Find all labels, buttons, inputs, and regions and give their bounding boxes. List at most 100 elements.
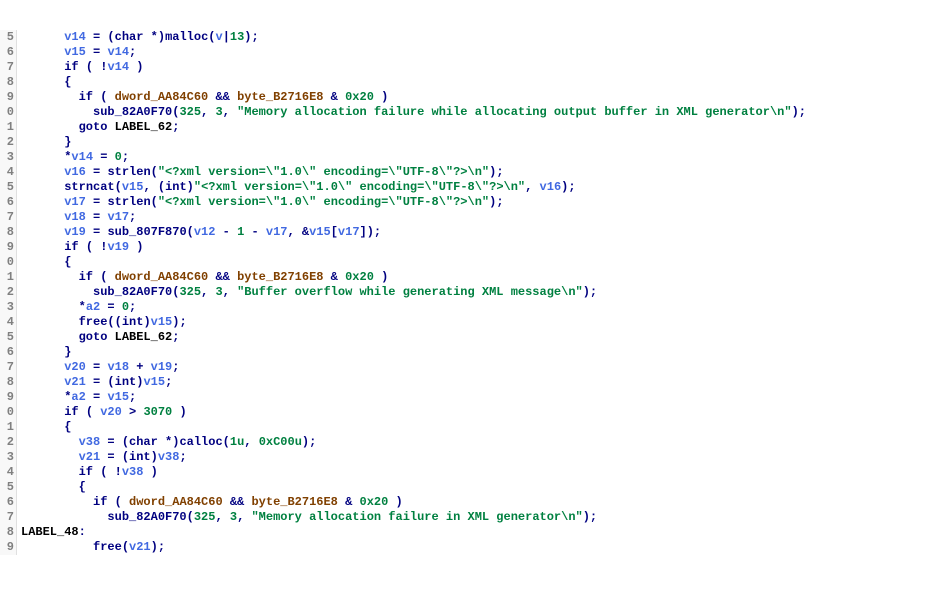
line-number: 3 — [0, 450, 17, 465]
token-var: v20 — [64, 360, 86, 374]
token-var: v18 — [64, 210, 86, 224]
token-var: v12 — [194, 225, 216, 239]
token-func: strlen — [107, 165, 150, 179]
token-op: : — [79, 525, 86, 539]
token-var: v15 — [107, 390, 129, 404]
token-op: { — [64, 255, 71, 269]
token-num: 0xC00u — [259, 435, 302, 449]
token-num: 1u — [230, 435, 244, 449]
token-var: v15 — [143, 375, 165, 389]
token-op: && — [223, 495, 252, 509]
line-number: 1 — [0, 270, 17, 285]
token-var: v17 — [64, 195, 86, 209]
token-op: ) — [374, 270, 388, 284]
token-op: = ( — [86, 30, 115, 44]
line-number: 2 — [0, 135, 17, 150]
token-op: & — [338, 495, 360, 509]
token-func: sub_82A0F70 — [93, 285, 172, 299]
token-num: 3070 — [143, 405, 172, 419]
line-number: 8 — [0, 75, 17, 90]
token-num: 325 — [179, 285, 201, 299]
token-num: 3 — [215, 105, 222, 119]
token-op: ); — [151, 540, 165, 554]
token-op: ) — [187, 180, 194, 194]
token-label: LABEL_62 — [115, 330, 173, 344]
token-op: ; — [172, 360, 179, 374]
token-op: , — [525, 180, 539, 194]
token-var: v20 — [100, 405, 122, 419]
token-op: ) — [388, 495, 402, 509]
line-number: 2 — [0, 435, 17, 450]
token-op: , — [237, 510, 251, 524]
token-num: 325 — [194, 510, 216, 524]
token-op: && — [208, 270, 237, 284]
token-op: , — [244, 435, 258, 449]
line-number: 1 — [0, 420, 17, 435]
token-op: = ( — [100, 450, 129, 464]
token-op: = — [86, 360, 108, 374]
token-num: 0x20 — [345, 270, 374, 284]
token-var: v21 — [79, 450, 101, 464]
token-op: , — [201, 105, 215, 119]
token-op: ) — [129, 60, 143, 74]
token-var: v16 — [540, 180, 562, 194]
token-op: ; — [172, 330, 179, 344]
token-var: v38 — [79, 435, 101, 449]
token-op: ; — [122, 150, 129, 164]
token-op: ; — [172, 120, 179, 134]
token-var: v15 — [122, 180, 144, 194]
line-number: 5 — [0, 180, 17, 195]
token-op: , — [201, 285, 215, 299]
token-op: { — [64, 75, 71, 89]
token-op: (( — [107, 315, 121, 329]
token-op: ; — [129, 390, 136, 404]
token-op: ) — [129, 240, 143, 254]
token-op: ) — [374, 90, 388, 104]
token-op: *) — [143, 30, 165, 44]
token-op: } — [64, 345, 71, 359]
token-str: "Memory allocation failure in XML genera… — [251, 510, 582, 524]
token-op: , — [215, 510, 229, 524]
token-op: ( ! — [79, 240, 108, 254]
token-var: v19 — [64, 225, 86, 239]
line-number: 8 — [0, 525, 17, 540]
token-kw: goto — [79, 330, 108, 344]
token-num: 3 — [230, 510, 237, 524]
token-op: = ( — [86, 375, 115, 389]
token-var: v14 — [107, 45, 129, 59]
token-op: ); — [583, 510, 597, 524]
token-type: char — [129, 435, 158, 449]
line-number: 7 — [0, 210, 17, 225]
token-var: v19 — [107, 240, 129, 254]
token-glob: dword_AA84C60 — [129, 495, 223, 509]
token-op: , — [223, 285, 237, 299]
token-var: v21 — [64, 375, 86, 389]
token-func: calloc — [179, 435, 222, 449]
token-type: int — [122, 315, 144, 329]
token-op: ; — [129, 45, 136, 59]
token-kw: if — [64, 405, 78, 419]
token-var: v14 — [71, 150, 93, 164]
token-op: && — [208, 90, 237, 104]
token-kw: if — [93, 495, 107, 509]
token-op: = — [86, 165, 108, 179]
token-var: v14 — [107, 60, 129, 74]
token-op: ( — [107, 495, 129, 509]
token-kw: if — [79, 465, 93, 479]
line-number: 1 — [0, 120, 17, 135]
code-view[interactable]: 5 v14 = (char *)malloc(v|13); 6 v15 = v1… — [0, 30, 952, 555]
token-kw: if — [64, 60, 78, 74]
token-glob: byte_B2716E8 — [251, 495, 337, 509]
token-var: v21 — [129, 540, 151, 554]
token-op: ( — [151, 195, 158, 209]
token-var: v15 — [309, 225, 331, 239]
line-number: 6 — [0, 345, 17, 360]
token-op: , — [223, 105, 237, 119]
token-str: "Buffer overflow while generating XML me… — [237, 285, 583, 299]
line-number: 6 — [0, 45, 17, 60]
line-number: 8 — [0, 375, 17, 390]
token-func: sub_82A0F70 — [93, 105, 172, 119]
token-var: v15 — [64, 45, 86, 59]
line-number: 6 — [0, 195, 17, 210]
token-kw: if — [79, 90, 93, 104]
